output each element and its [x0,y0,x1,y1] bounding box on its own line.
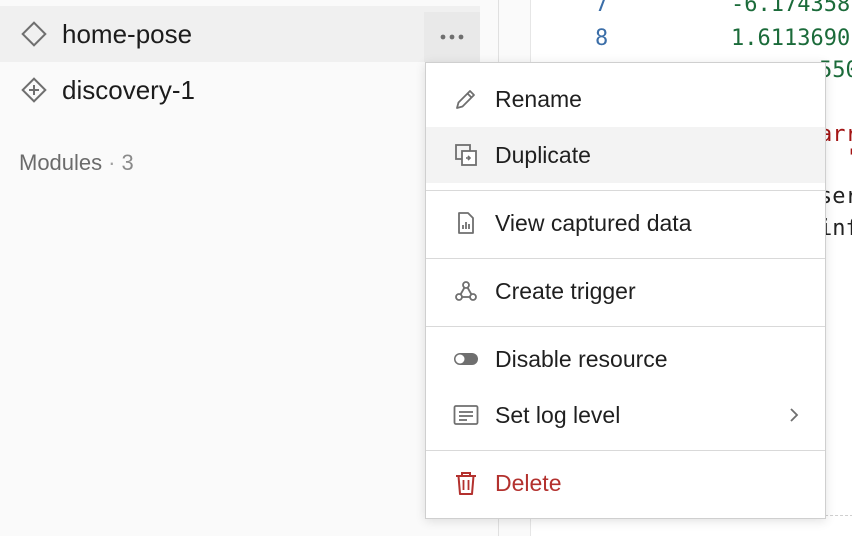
resource-row-home-pose[interactable]: home-pose [0,6,480,62]
code-value: 1.6113690 [731,26,850,51]
menu-item-label: Create trigger [495,277,636,304]
line-number: 8 [595,26,609,51]
resource-label: home-pose [62,18,193,49]
toggle-icon [453,346,479,372]
resource-sidebar: home-pose discovery-1 Modules · 3 [0,0,498,536]
code-number: 1.6113690 [731,26,851,51]
code-keyword: ' [845,146,852,171]
modules-header: Modules · 3 [19,150,134,176]
menu-item-rename[interactable]: Rename [426,71,825,127]
menu-item-disable-resource[interactable]: Disable resource [426,331,825,387]
diamond-icon [20,20,48,48]
menu-item-create-trigger[interactable]: Create trigger [426,263,825,319]
menu-divider [426,258,825,259]
diamond-target-icon [20,76,48,104]
menu-item-label: Disable resource [495,345,668,372]
menu-item-set-log-level[interactable]: Set log level [426,387,825,443]
modules-count: 3 [121,150,134,175]
modules-separator: · [108,150,116,175]
menu-divider [426,190,825,191]
modules-label: Modules [19,150,103,175]
code-line: 8 [595,26,608,51]
menu-item-label: Set log level [495,401,621,428]
menu-item-label: Delete [495,469,562,496]
menu-item-label: Duplicate [495,141,591,168]
chart-file-icon [453,210,479,236]
more-options-button[interactable] [424,12,480,62]
duplicate-icon [453,142,479,168]
resource-row-discovery-1[interactable]: discovery-1 [0,62,480,118]
code-number: -6.174358 [731,0,851,17]
code-fragment: ' [845,146,852,171]
menu-divider [426,326,825,327]
menu-item-label: Rename [495,85,582,112]
pencil-icon [453,86,479,112]
menu-item-duplicate[interactable]: Duplicate [426,127,825,183]
log-list-icon [453,402,479,428]
menu-item-view-captured-data[interactable]: View captured data [426,195,825,251]
code-value: -6.174358 [731,0,850,17]
menu-item-delete[interactable]: Delete [426,455,825,511]
line-number: 7 [595,0,609,17]
trash-icon [453,470,479,496]
menu-item-label: View captured data [495,209,692,236]
context-menu: Rename Duplicate View captured data Crea… [425,62,826,519]
chevron-right-icon [787,408,801,422]
menu-divider [426,450,825,451]
resource-label: discovery-1 [62,74,195,105]
code-line: 7 [595,0,608,17]
ellipsis-icon [440,34,464,40]
webhook-icon [453,278,479,304]
